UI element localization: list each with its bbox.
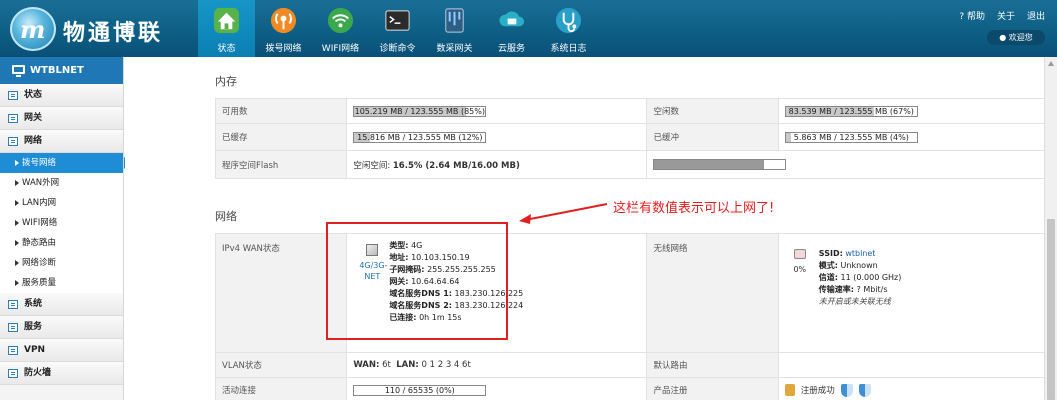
table-row: 程序空间Flash 空闲空间: 16.5% (2.64 MB/16.00 MB) xyxy=(214,150,1057,179)
buffered-bar: 5.863 MB / 123.555 MB (4%) xyxy=(784,131,918,143)
memory-table: 可用数 105.219 MB / 123.555 MB (85%) 空闲数 83… xyxy=(214,98,1057,179)
memory-section-title: 内存 xyxy=(215,75,237,88)
top-header: m 物通博联 状态 拨号网络 WIFI网络 诊断命令 数采网关 云服务 系统日志… xyxy=(0,0,1057,57)
about-link[interactable]: 关于 xyxy=(997,9,1015,22)
nav-cloud[interactable]: 云服务 xyxy=(483,0,540,57)
logout-link[interactable]: 退出 xyxy=(1027,9,1045,22)
list-icon xyxy=(8,91,18,100)
flash-value: 16.5% (2.64 MB/16.00 MB) xyxy=(392,160,520,171)
logo-emblem: m xyxy=(10,7,56,51)
list-icon xyxy=(8,346,18,355)
welcome-badge: ● 欢迎您 xyxy=(987,30,1045,45)
wireless-icon xyxy=(793,249,806,259)
scroll-thumb[interactable] xyxy=(1047,219,1055,400)
vlan-value: WAN: 6t LAN: 0 1 2 3 4 6t xyxy=(346,352,648,378)
terminal-icon xyxy=(385,10,410,31)
sidebar-group-services[interactable]: 服务 xyxy=(0,316,123,339)
home-icon xyxy=(213,7,240,34)
flash-prefix: 空闲空间: xyxy=(353,160,391,171)
active-conn-bar: 110 / 65535 (0%) xyxy=(353,384,487,396)
table-row: 已缓存 15.816 MB / 123.555 MB (12%) 已缓冲 5.8… xyxy=(214,123,1057,151)
wireless-cell: 0% SSID: wtblnet 模式: Unknown 信道: 11 (0.0… xyxy=(779,234,1057,352)
scrollbar[interactable] xyxy=(1044,57,1057,400)
active-conn-label: 活动连接 xyxy=(214,377,348,400)
free-bar: 83.539 MB / 123.555 MB (67%) xyxy=(784,105,918,117)
sidebar-item-wifi[interactable]: WIFI网络 xyxy=(0,213,123,233)
sidebar-group-status[interactable]: 状态 xyxy=(0,84,123,107)
default-route-label: 默认路由 xyxy=(646,352,779,378)
table-row: VLAN状态 WAN: 6t LAN: 0 1 2 3 4 6t 默认路由 xyxy=(214,352,1057,378)
list-icon xyxy=(8,137,18,146)
sidebar-group-vpn[interactable]: VPN xyxy=(0,339,123,362)
sidebar-item-wan[interactable]: WAN外网 xyxy=(0,173,123,193)
network-section-title: 网络 xyxy=(215,210,237,223)
table-row: 可用数 105.219 MB / 123.555 MB (85%) 空闲数 83… xyxy=(214,98,1057,124)
nav-status[interactable]: 状态 xyxy=(198,0,255,57)
list-icon xyxy=(8,300,18,309)
registration-label: 产品注册 xyxy=(646,377,779,400)
free-label: 空闲数 xyxy=(646,98,779,124)
wireless-status: 0% xyxy=(793,249,807,274)
annotation-text: 这栏有数值表示可以上网了! xyxy=(613,201,775,216)
shield-check-icon xyxy=(858,383,871,397)
lock-icon xyxy=(784,384,795,396)
vlan-label: VLAN状态 xyxy=(214,352,348,378)
gateway-icon xyxy=(445,8,464,33)
monitor-icon xyxy=(12,65,25,77)
user-icon: ● xyxy=(999,33,1009,42)
arrow-icon xyxy=(519,203,608,224)
table-row: 活动连接 110 / 65535 (0%) 产品注册 注册成功 xyxy=(214,377,1057,400)
wireless-label: 无线网络 xyxy=(646,233,779,353)
nav-dialup[interactable]: 拨号网络 xyxy=(255,0,312,57)
cloud-icon xyxy=(499,11,525,27)
wireless-details: SSID: wtblnet 模式: Unknown 信道: 11 (0.000 … xyxy=(818,249,902,306)
flash-label: 程序空间Flash xyxy=(214,150,348,179)
cached-bar: 15.816 MB / 123.555 MB (12%) xyxy=(353,131,487,143)
top-links: ? 帮助 关于 退出 xyxy=(959,9,1045,22)
dialup-icon xyxy=(270,7,297,34)
registration-status: 注册成功 xyxy=(784,383,1057,397)
help-link[interactable]: ? 帮助 xyxy=(959,9,985,22)
scroll-up-icon[interactable] xyxy=(1048,61,1054,66)
flash-bar xyxy=(653,159,787,170)
nav-wifi[interactable]: WIFI网络 xyxy=(312,0,369,57)
sidebar-group-gateway[interactable]: 网关 xyxy=(0,107,123,130)
available-label: 可用数 xyxy=(214,98,348,124)
buffered-label: 已缓冲 xyxy=(646,123,779,151)
sidebar-item-lan[interactable]: LAN内网 xyxy=(0,193,123,213)
sidebar: WTBLNET 状态 网关 网络 拨号网络 WAN外网 LAN内网 WIFI网络… xyxy=(0,57,131,400)
highlight-box xyxy=(326,222,508,340)
brand-logo: m 物通博联 xyxy=(6,4,186,54)
available-bar: 105.219 MB / 123.555 MB (85%) xyxy=(353,105,487,117)
sidebar-item-net-diag[interactable]: 网络诊断 xyxy=(0,253,123,273)
device-header[interactable]: WTBLNET xyxy=(0,57,123,84)
sidebar-group-system[interactable]: 系统 xyxy=(0,293,123,316)
cached-label: 已缓存 xyxy=(214,123,348,151)
list-icon xyxy=(8,114,18,123)
stethoscope-icon xyxy=(555,7,582,34)
sidebar-item-dialup[interactable]: 拨号网络 xyxy=(0,153,131,173)
wifi-icon xyxy=(327,7,354,34)
list-icon xyxy=(8,323,18,332)
nav-syslog[interactable]: 系统日志 xyxy=(540,0,597,57)
sidebar-item-qos[interactable]: 服务质量 xyxy=(0,273,123,293)
nav-diagnostics[interactable]: 诊断命令 xyxy=(369,0,426,57)
sidebar-item-static-route[interactable]: 静态路由 xyxy=(0,233,123,253)
sidebar-group-firewall[interactable]: 防火墙 xyxy=(0,362,123,385)
sidebar-group-network[interactable]: 网络 xyxy=(0,130,123,153)
main-nav: 状态 拨号网络 WIFI网络 诊断命令 数采网关 云服务 系统日志 xyxy=(198,0,597,57)
main-content: 内存 可用数 105.219 MB / 123.555 MB (85%) 空闲数… xyxy=(125,57,1057,400)
nav-gateway[interactable]: 数采网关 xyxy=(426,0,483,57)
brand-name: 物通博联 xyxy=(63,21,164,46)
list-icon xyxy=(8,369,18,378)
shield-icon xyxy=(840,383,853,397)
